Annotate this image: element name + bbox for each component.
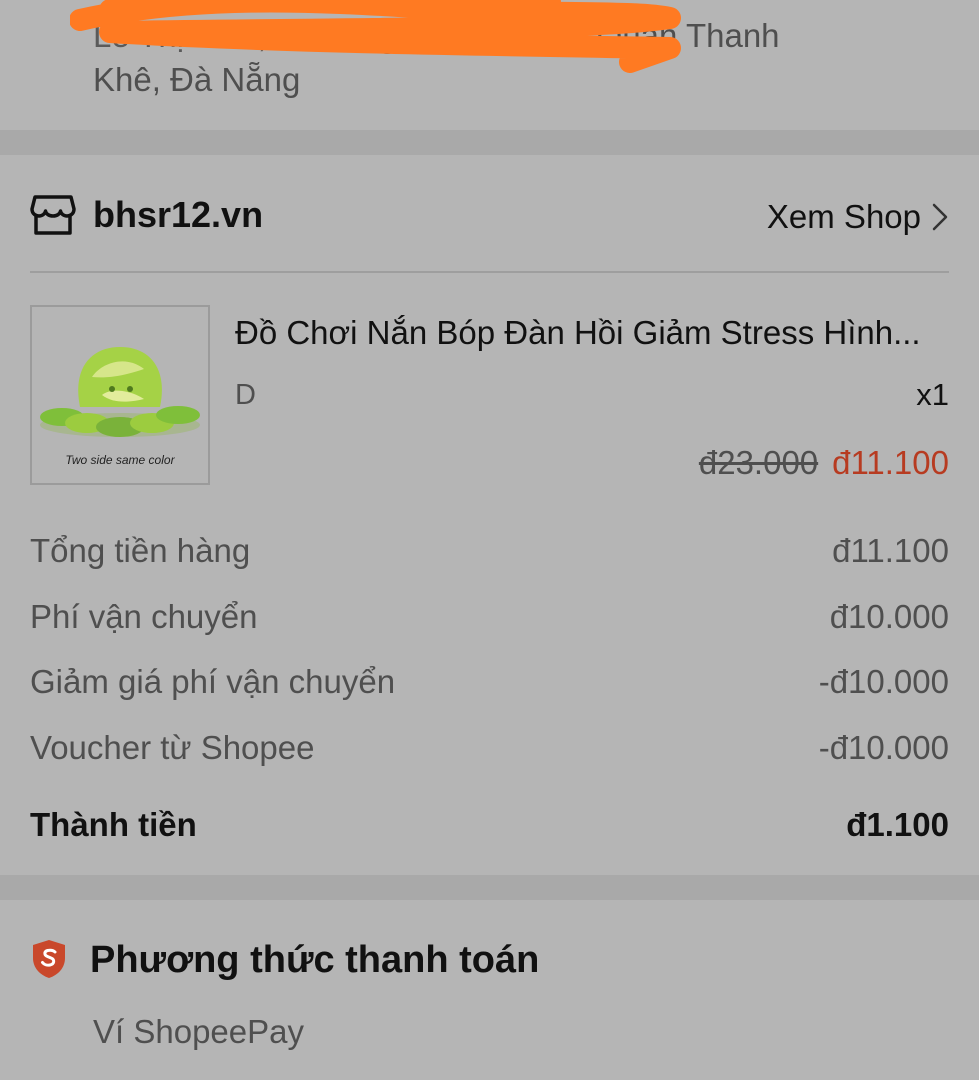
divider bbox=[30, 271, 949, 273]
summary-value: đ11.100 bbox=[832, 532, 949, 569]
product-thumbnail[interactable]: Two side same color bbox=[30, 305, 210, 485]
chevron-right-icon bbox=[932, 203, 948, 231]
summary-row-shipping-discount: Giảm giá phí vận chuyển -đ10.000 bbox=[30, 660, 949, 704]
total-label: Thành tiền bbox=[30, 806, 197, 843]
summary-value: đ10.000 bbox=[829, 598, 949, 635]
original-price: đ23.000 bbox=[698, 444, 819, 481]
summary-row-total: Thành tiền đ1.100 bbox=[30, 803, 949, 847]
section-gap bbox=[0, 130, 979, 155]
summary-label: Voucher từ Shopee bbox=[30, 729, 315, 766]
section-gap bbox=[0, 875, 979, 900]
summary-label: Phí vận chuyển bbox=[30, 598, 258, 635]
payment-method-value[interactable]: Ví ShopeePay bbox=[93, 1010, 304, 1054]
summary-value: -đ10.000 bbox=[818, 663, 949, 700]
shop-name: bhsr12.vn bbox=[93, 194, 264, 235]
price-row: đ23.000 đ11.100 bbox=[699, 441, 949, 485]
redaction-scribble bbox=[70, 0, 681, 73]
payment-title: Phương thức thanh toán bbox=[90, 939, 540, 981]
total-value: đ1.100 bbox=[846, 806, 949, 843]
view-shop-button[interactable]: Xem Shop bbox=[767, 195, 949, 239]
product-quantity: x1 bbox=[916, 377, 949, 412]
summary-label: Giảm giá phí vận chuyển bbox=[30, 663, 396, 700]
summary-row-shipping: Phí vận chuyển đ10.000 bbox=[30, 595, 949, 639]
summary-label: Tổng tiền hàng bbox=[30, 532, 251, 569]
view-shop-label: Xem Shop bbox=[766, 198, 921, 235]
product-name[interactable]: Đồ Chơi Nắn Bóp Đàn Hồi Giảm Stress Hình… bbox=[235, 311, 945, 355]
delivery-address-section[interactable]: Lê Thị Như, Phường Hoà Khê, Q, Quận Than… bbox=[0, 0, 979, 130]
summary-value: -đ10.000 bbox=[818, 729, 949, 766]
shopee-shield-icon bbox=[33, 940, 65, 978]
payment-method-section[interactable]: Phương thức thanh toán Ví ShopeePay bbox=[0, 900, 979, 1080]
summary-row-voucher: Voucher từ Shopee -đ10.000 bbox=[30, 726, 949, 770]
order-section: bhsr12.vn Xem Shop Two side same color Đ… bbox=[0, 155, 979, 875]
octopus-toy-image bbox=[40, 347, 200, 437]
thumbnail-caption: Two side same color bbox=[65, 453, 175, 467]
storefront-icon bbox=[30, 195, 76, 235]
product-variant: D bbox=[235, 379, 256, 411]
sale-price: đ11.100 bbox=[832, 444, 949, 481]
summary-row-subtotal: Tổng tiền hàng đ11.100 bbox=[30, 529, 949, 573]
